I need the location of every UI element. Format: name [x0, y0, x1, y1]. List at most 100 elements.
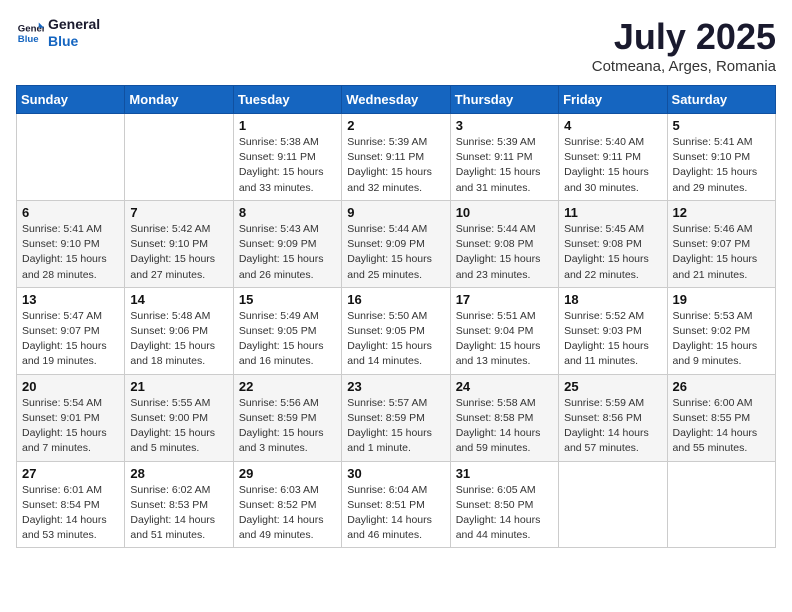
month-title: July 2025: [592, 16, 776, 58]
day-info: Sunrise: 5:45 AM Sunset: 9:08 PM Dayligh…: [564, 222, 661, 283]
day-info: Sunrise: 6:04 AM Sunset: 8:51 PM Dayligh…: [347, 483, 444, 544]
day-number: 16: [347, 292, 444, 307]
day-number: 17: [456, 292, 553, 307]
day-info: Sunrise: 6:02 AM Sunset: 8:53 PM Dayligh…: [130, 483, 227, 544]
calendar-week-row: 20 Sunrise: 5:54 AM Sunset: 9:01 PM Dayli…: [17, 374, 776, 461]
day-info: Sunrise: 5:39 AM Sunset: 9:11 PM Dayligh…: [347, 135, 444, 196]
day-number: 8: [239, 205, 336, 220]
logo: General Blue General Blue: [16, 16, 100, 50]
weekday-header-sunday: Sunday: [17, 86, 125, 114]
calendar-cell: 21Sunrise: 5:55 AM Sunset: 9:00 PM Dayli…: [125, 374, 233, 461]
calendar-week-row: 6 Sunrise: 5:41 AM Sunset: 9:10 PM Daylig…: [17, 200, 776, 287]
day-number: 20: [22, 379, 119, 394]
calendar-cell: 29 Sunrise: 6:03 AM Sunset: 8:52 PM Dayli…: [233, 461, 341, 548]
weekday-header-monday: Monday: [125, 86, 233, 114]
day-number: 1: [239, 118, 336, 133]
day-number: 9: [347, 205, 444, 220]
calendar-cell: [559, 461, 667, 548]
day-info: Sunrise: 6:03 AM Sunset: 8:52 PM Dayligh…: [239, 483, 336, 544]
calendar-cell: 28 Sunrise: 6:02 AM Sunset: 8:53 PM Dayli…: [125, 461, 233, 548]
calendar-cell: 4Sunrise: 5:40 AM Sunset: 9:11 PM Daylig…: [559, 114, 667, 201]
day-info: Sunrise: 5:54 AM Sunset: 9:01 PM Dayligh…: [22, 396, 119, 457]
day-number: 18: [564, 292, 661, 307]
calendar-cell: [125, 114, 233, 201]
calendar-cell: 10 Sunrise: 5:44 AM Sunset: 9:08 PM Dayli…: [450, 200, 558, 287]
calendar-cell: 19Sunrise: 5:53 AM Sunset: 9:02 PM Dayli…: [667, 287, 775, 374]
day-info: Sunrise: 5:39 AM Sunset: 9:11 PM Dayligh…: [456, 135, 553, 196]
day-info: Sunrise: 5:41 AM Sunset: 9:10 PM Dayligh…: [673, 135, 770, 196]
logo-blue: Blue: [48, 33, 100, 50]
day-number: 23: [347, 379, 444, 394]
calendar-cell: 31 Sunrise: 6:05 AM Sunset: 8:50 PM Dayli…: [450, 461, 558, 548]
calendar-cell: 23Sunrise: 5:57 AM Sunset: 8:59 PM Dayli…: [342, 374, 450, 461]
day-info: Sunrise: 5:47 AM Sunset: 9:07 PM Dayligh…: [22, 309, 119, 370]
day-number: 29: [239, 466, 336, 481]
calendar-week-row: 27Sunrise: 6:01 AM Sunset: 8:54 PM Dayli…: [17, 461, 776, 548]
day-number: 15: [239, 292, 336, 307]
calendar-week-row: 1 Sunrise: 5:38 AM Sunset: 9:11 PM Daylig…: [17, 114, 776, 201]
calendar-cell: 26Sunrise: 6:00 AM Sunset: 8:55 PM Dayli…: [667, 374, 775, 461]
day-info: Sunrise: 5:51 AM Sunset: 9:04 PM Dayligh…: [456, 309, 553, 370]
logo-icon: General Blue: [16, 19, 44, 47]
day-info: Sunrise: 5:43 AM Sunset: 9:09 PM Dayligh…: [239, 222, 336, 283]
calendar-cell: 24Sunrise: 5:58 AM Sunset: 8:58 PM Dayli…: [450, 374, 558, 461]
day-info: Sunrise: 5:42 AM Sunset: 9:10 PM Dayligh…: [130, 222, 227, 283]
calendar-cell: 8 Sunrise: 5:43 AM Sunset: 9:09 PM Daylig…: [233, 200, 341, 287]
day-number: 28: [130, 466, 227, 481]
day-info: Sunrise: 5:59 AM Sunset: 8:56 PM Dayligh…: [564, 396, 661, 457]
calendar-cell: 25 Sunrise: 5:59 AM Sunset: 8:56 PM Dayli…: [559, 374, 667, 461]
day-info: Sunrise: 5:58 AM Sunset: 8:58 PM Dayligh…: [456, 396, 553, 457]
calendar-cell: 17 Sunrise: 5:51 AM Sunset: 9:04 PM Dayli…: [450, 287, 558, 374]
day-info: Sunrise: 6:05 AM Sunset: 8:50 PM Dayligh…: [456, 483, 553, 544]
day-info: Sunrise: 5:44 AM Sunset: 9:09 PM Dayligh…: [347, 222, 444, 283]
calendar-cell: 3 Sunrise: 5:39 AM Sunset: 9:11 PM Daylig…: [450, 114, 558, 201]
weekday-header-friday: Friday: [559, 86, 667, 114]
day-info: Sunrise: 5:38 AM Sunset: 9:11 PM Dayligh…: [239, 135, 336, 196]
calendar-cell: 30 Sunrise: 6:04 AM Sunset: 8:51 PM Dayli…: [342, 461, 450, 548]
calendar-cell: 16 Sunrise: 5:50 AM Sunset: 9:05 PM Dayli…: [342, 287, 450, 374]
calendar-cell: 13 Sunrise: 5:47 AM Sunset: 9:07 PM Dayli…: [17, 287, 125, 374]
day-number: 25: [564, 379, 661, 394]
day-number: 3: [456, 118, 553, 133]
day-number: 7: [130, 205, 227, 220]
calendar-cell: 20 Sunrise: 5:54 AM Sunset: 9:01 PM Dayli…: [17, 374, 125, 461]
day-number: 5: [673, 118, 770, 133]
day-number: 10: [456, 205, 553, 220]
location-subtitle: Cotmeana, Arges, Romania: [592, 58, 776, 75]
calendar-cell: [17, 114, 125, 201]
day-number: 4: [564, 118, 661, 133]
page-header: General Blue General Blue July 2025 Cotm…: [16, 16, 776, 75]
weekday-header-thursday: Thursday: [450, 86, 558, 114]
logo-general: General: [48, 16, 100, 33]
day-number: 30: [347, 466, 444, 481]
calendar-cell: 11 Sunrise: 5:45 AM Sunset: 9:08 PM Dayli…: [559, 200, 667, 287]
calendar-cell: 12 Sunrise: 5:46 AM Sunset: 9:07 PM Dayli…: [667, 200, 775, 287]
day-info: Sunrise: 5:50 AM Sunset: 9:05 PM Dayligh…: [347, 309, 444, 370]
day-info: Sunrise: 5:52 AM Sunset: 9:03 PM Dayligh…: [564, 309, 661, 370]
day-number: 12: [673, 205, 770, 220]
calendar-week-row: 13 Sunrise: 5:47 AM Sunset: 9:07 PM Dayli…: [17, 287, 776, 374]
calendar-cell: [667, 461, 775, 548]
calendar-cell: 15 Sunrise: 5:49 AM Sunset: 9:05 PM Dayli…: [233, 287, 341, 374]
day-info: Sunrise: 5:46 AM Sunset: 9:07 PM Dayligh…: [673, 222, 770, 283]
day-info: Sunrise: 5:44 AM Sunset: 9:08 PM Dayligh…: [456, 222, 553, 283]
day-number: 11: [564, 205, 661, 220]
day-info: Sunrise: 5:53 AM Sunset: 9:02 PM Dayligh…: [673, 309, 770, 370]
calendar-cell: 9 Sunrise: 5:44 AM Sunset: 9:09 PM Daylig…: [342, 200, 450, 287]
day-info: Sunrise: 5:48 AM Sunset: 9:06 PM Dayligh…: [130, 309, 227, 370]
calendar-cell: 18 Sunrise: 5:52 AM Sunset: 9:03 PM Dayli…: [559, 287, 667, 374]
calendar-cell: 27Sunrise: 6:01 AM Sunset: 8:54 PM Dayli…: [17, 461, 125, 548]
calendar-cell: 1 Sunrise: 5:38 AM Sunset: 9:11 PM Daylig…: [233, 114, 341, 201]
calendar-cell: 5 Sunrise: 5:41 AM Sunset: 9:10 PM Daylig…: [667, 114, 775, 201]
calendar-table: SundayMondayTuesdayWednesdayThursdayFrid…: [16, 85, 776, 548]
weekday-header-wednesday: Wednesday: [342, 86, 450, 114]
calendar-cell: 22Sunrise: 5:56 AM Sunset: 8:59 PM Dayli…: [233, 374, 341, 461]
day-info: Sunrise: 5:55 AM Sunset: 9:00 PM Dayligh…: [130, 396, 227, 457]
day-info: Sunrise: 5:49 AM Sunset: 9:05 PM Dayligh…: [239, 309, 336, 370]
day-info: Sunrise: 5:41 AM Sunset: 9:10 PM Dayligh…: [22, 222, 119, 283]
day-number: 31: [456, 466, 553, 481]
calendar-cell: 7 Sunrise: 5:42 AM Sunset: 9:10 PM Daylig…: [125, 200, 233, 287]
day-number: 6: [22, 205, 119, 220]
day-number: 13: [22, 292, 119, 307]
day-number: 27: [22, 466, 119, 481]
